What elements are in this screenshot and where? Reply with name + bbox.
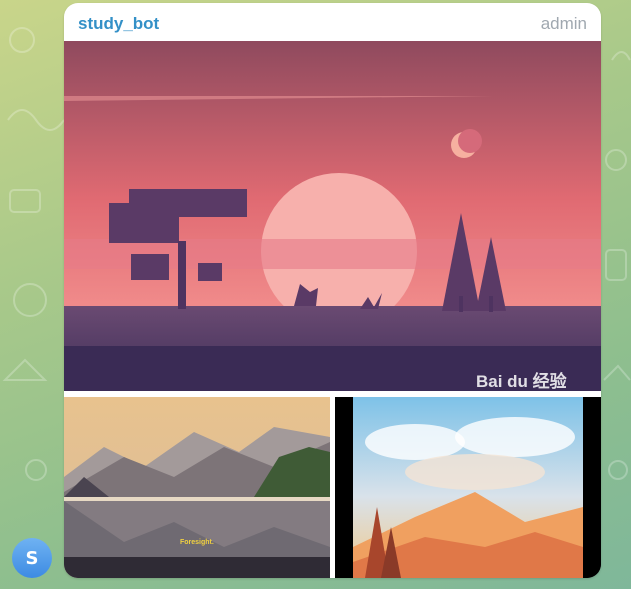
landscape-painted-sky-image	[335, 397, 601, 578]
landscape-mountain-lake-image: Foresight.	[64, 397, 330, 578]
photo-painted-sky[interactable]	[335, 397, 601, 578]
foresight-caption: Foresight.	[180, 539, 214, 546]
sender-avatar[interactable]: S	[12, 538, 52, 578]
sender-name[interactable]: study_bot	[78, 14, 159, 34]
message-bubble: study_bot admin Bai du 经验 Foresight.	[64, 3, 601, 578]
photo-mountain-lake[interactable]: Foresight.	[64, 397, 330, 578]
landscape-sunset-image: Bai du 经验	[64, 41, 601, 391]
sender-role-badge: admin	[540, 14, 587, 33]
photo-sunset[interactable]: Bai du 经验	[64, 41, 601, 391]
baidu-watermark: Bai du 经验	[476, 371, 568, 391]
message-header: study_bot admin	[64, 3, 601, 41]
